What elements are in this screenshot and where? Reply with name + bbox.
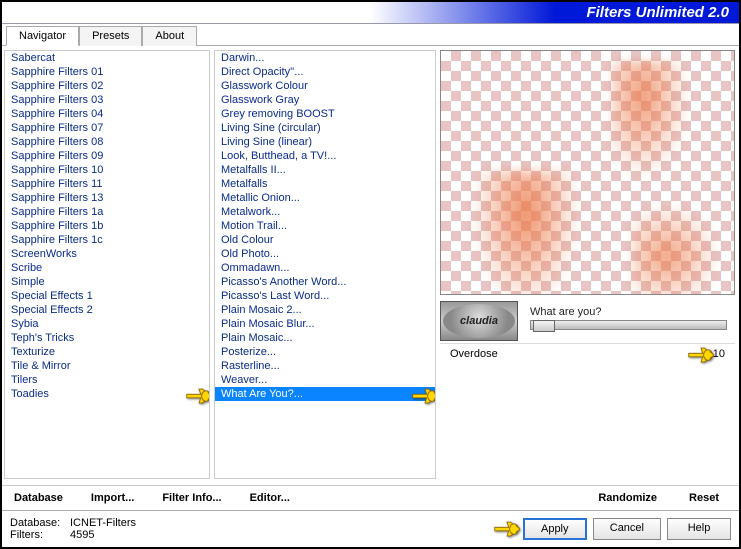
- list-item[interactable]: Metalfalls II...: [215, 163, 435, 177]
- tab-presets[interactable]: Presets: [79, 26, 142, 46]
- parameters-panel: claudia What are you? Overdose 10: [440, 297, 735, 479]
- list-item[interactable]: Look, Butthead, a TV!...: [215, 149, 435, 163]
- filter-list[interactable]: Darwin...Direct Opacity''...Glasswork Co…: [215, 51, 435, 478]
- list-item[interactable]: Rasterline...: [215, 359, 435, 373]
- list-item[interactable]: Sapphire Filters 07: [5, 121, 209, 135]
- tab-strip: Navigator Presets About: [2, 25, 739, 45]
- list-item[interactable]: Plain Mosaic...: [215, 331, 435, 345]
- category-list[interactable]: SabercatSapphire Filters 01Sapphire Filt…: [5, 51, 209, 478]
- list-item[interactable]: Metalfalls: [215, 177, 435, 191]
- list-item[interactable]: ScreenWorks: [5, 247, 209, 261]
- list-item[interactable]: Glasswork Colour: [215, 79, 435, 93]
- list-item[interactable]: Picasso's Last Word...: [215, 289, 435, 303]
- list-item[interactable]: Scribe: [5, 261, 209, 275]
- title-bar: Filters Unlimited 2.0: [2, 2, 739, 24]
- list-item[interactable]: Toadies: [5, 387, 209, 401]
- list-item[interactable]: Plain Mosaic Blur...: [215, 317, 435, 331]
- list-item[interactable]: Direct Opacity''...: [215, 65, 435, 79]
- watermark-logo: claudia: [440, 301, 518, 341]
- list-item[interactable]: Tile & Mirror: [5, 359, 209, 373]
- list-item[interactable]: Old Colour: [215, 233, 435, 247]
- apply-button[interactable]: Apply: [523, 518, 587, 540]
- list-item[interactable]: Metallic Onion...: [215, 191, 435, 205]
- list-item[interactable]: Sybia: [5, 317, 209, 331]
- pointer-hand-icon: [185, 385, 209, 407]
- list-item[interactable]: Darwin...: [215, 51, 435, 65]
- list-item[interactable]: Sapphire Filters 11: [5, 177, 209, 191]
- randomize-button[interactable]: Randomize: [594, 490, 661, 506]
- list-item[interactable]: Sapphire Filters 02: [5, 79, 209, 93]
- title-slider[interactable]: [530, 320, 727, 330]
- cancel-button[interactable]: Cancel: [593, 518, 661, 540]
- list-item[interactable]: Sapphire Filters 1c: [5, 233, 209, 247]
- list-item[interactable]: Sabercat: [5, 51, 209, 65]
- pointer-hand-icon: [493, 518, 521, 540]
- list-item[interactable]: Living Sine (linear): [215, 135, 435, 149]
- list-item[interactable]: Sapphire Filters 08: [5, 135, 209, 149]
- help-button[interactable]: Help: [667, 518, 731, 540]
- list-item[interactable]: Texturize: [5, 345, 209, 359]
- list-item[interactable]: Teph's Tricks: [5, 331, 209, 345]
- pointer-hand-icon: [687, 344, 715, 366]
- list-item[interactable]: Sapphire Filters 03: [5, 93, 209, 107]
- list-item[interactable]: Sapphire Filters 10: [5, 163, 209, 177]
- list-item[interactable]: Weaver...: [215, 373, 435, 387]
- database-button[interactable]: Database: [10, 490, 67, 506]
- list-item[interactable]: Sapphire Filters 01: [5, 65, 209, 79]
- pointer-hand-icon: [411, 385, 435, 407]
- reset-button[interactable]: Reset: [685, 490, 723, 506]
- list-item[interactable]: Glasswork Gray: [215, 93, 435, 107]
- list-item[interactable]: Special Effects 2: [5, 303, 209, 317]
- param-label: Overdose: [450, 348, 498, 360]
- list-item[interactable]: Plain Mosaic 2...: [215, 303, 435, 317]
- tab-about[interactable]: About: [142, 26, 197, 46]
- list-item[interactable]: Sapphire Filters 04: [5, 107, 209, 121]
- list-item[interactable]: Sapphire Filters 1b: [5, 219, 209, 233]
- list-item[interactable]: Simple: [5, 275, 209, 289]
- list-item[interactable]: Tilers: [5, 373, 209, 387]
- list-item[interactable]: Living Sine (circular): [215, 121, 435, 135]
- import-button[interactable]: Import...: [87, 490, 138, 506]
- list-item[interactable]: Special Effects 1: [5, 289, 209, 303]
- list-item[interactable]: Sapphire Filters 1a: [5, 205, 209, 219]
- list-item[interactable]: Ommadawn...: [215, 261, 435, 275]
- list-item[interactable]: Motion Trail...: [215, 219, 435, 233]
- list-item[interactable]: What Are You?...: [215, 387, 435, 401]
- status-info: Database:ICNET-Filters Filters:4595: [10, 517, 136, 541]
- app-title: Filters Unlimited 2.0: [586, 4, 729, 21]
- editor-button[interactable]: Editor...: [246, 490, 294, 506]
- list-item[interactable]: Picasso's Another Word...: [215, 275, 435, 289]
- preview-image: [440, 50, 735, 295]
- list-item[interactable]: Metalwork...: [215, 205, 435, 219]
- param-value: 10: [713, 348, 725, 360]
- list-item[interactable]: Sapphire Filters 13: [5, 191, 209, 205]
- filter-title: What are you?: [522, 304, 735, 320]
- list-item[interactable]: Old Photo...: [215, 247, 435, 261]
- tab-navigator[interactable]: Navigator: [6, 26, 79, 46]
- list-item[interactable]: Grey removing BOOST: [215, 107, 435, 121]
- list-item[interactable]: Sapphire Filters 09: [5, 149, 209, 163]
- list-item[interactable]: Posterize...: [215, 345, 435, 359]
- filterinfo-button[interactable]: Filter Info...: [158, 490, 225, 506]
